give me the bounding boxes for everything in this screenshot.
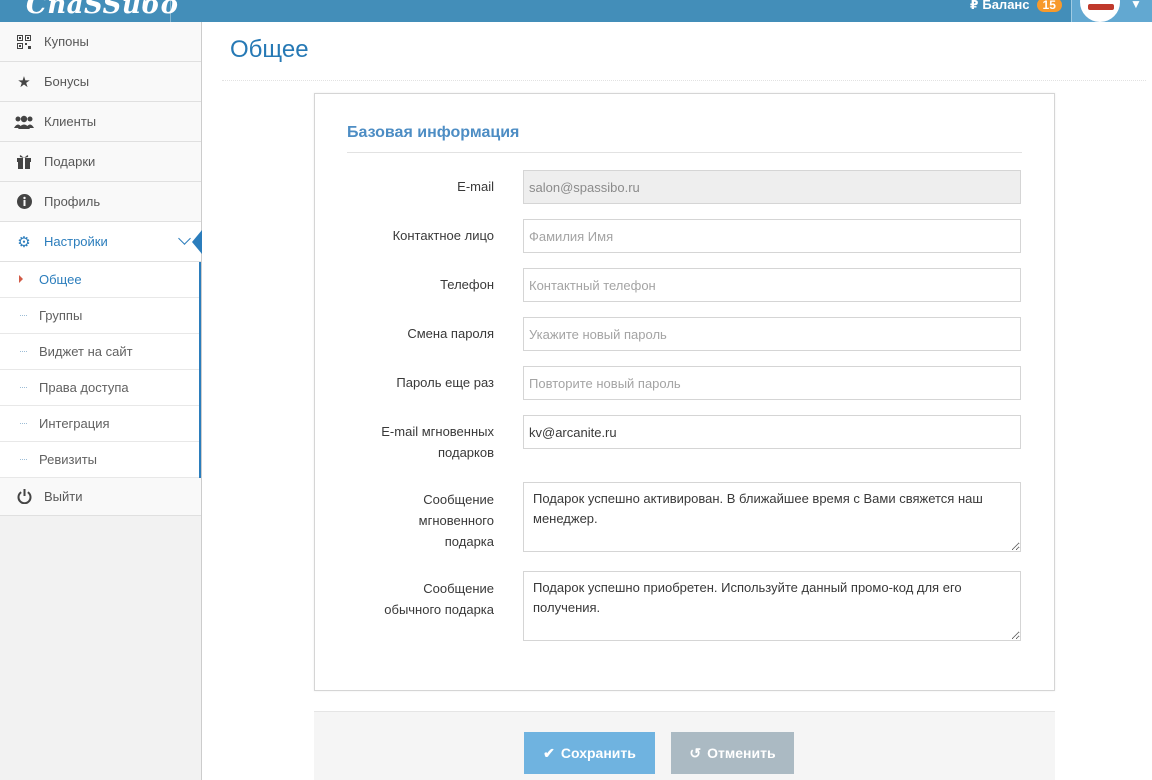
users-icon (14, 112, 34, 132)
password-label: Смена пароля (407, 326, 494, 341)
sidebar-item-label: Клиенты (44, 114, 97, 129)
instant-message-label-line1: Сообщение (423, 492, 494, 507)
submenu-item-general[interactable]: Общее (0, 262, 199, 298)
submenu-item-widget[interactable]: Виджет на сайт (0, 334, 199, 370)
sidebar: Купоны ★ Бонусы Клиенты Подарки Профиль … (0, 22, 202, 780)
chevron-down-icon (178, 232, 191, 245)
caret-down-icon[interactable]: ▼ (1130, 0, 1142, 10)
section-title: Базовая информация (347, 124, 520, 141)
instant-message-label-line2: мгновенного (418, 513, 494, 528)
title-divider (222, 80, 1146, 81)
sidebar-item-bonuses[interactable]: ★ Бонусы (0, 62, 201, 102)
regular-message-label-line1: Сообщение (423, 581, 494, 596)
settings-submenu: Общее Группы Виджет на сайт Права доступ… (0, 262, 201, 478)
instant-message-label-line3: подарка (444, 534, 494, 549)
instant-gift-message-textarea[interactable]: Подарок успешно активирован. В ближайшее… (523, 482, 1021, 552)
sidebar-item-logout[interactable]: Выйти (0, 478, 201, 516)
new-password-input[interactable] (523, 317, 1021, 351)
gift-email-label-line1: E-mail мгновенных (381, 424, 494, 439)
gear-icon: ⚙ (17, 233, 31, 251)
sidebar-item-label: Купоны (44, 34, 89, 49)
submenu-item-integration[interactable]: Интеграция (0, 406, 199, 442)
sidebar-item-label: Бонусы (44, 74, 90, 89)
brand-logo[interactable]: СпаSSибо (26, 0, 178, 20)
gift-email-input[interactable] (523, 415, 1021, 449)
gift-email-label: E-mail мгновенных подарков (335, 421, 494, 463)
submenu-item-groups[interactable]: Группы (0, 298, 199, 334)
sidebar-item-profile[interactable]: Профиль (0, 182, 201, 222)
top-navbar: СпаSSибо ₽ Баланс 15 ▼ (0, 0, 1152, 22)
ruble-icon: ₽ (970, 0, 979, 12)
settings-form-panel: Базовая информация E-mail Контактное лиц… (314, 93, 1055, 691)
save-button[interactable]: ✔ Сохранить (524, 732, 655, 774)
balance-indicator[interactable]: ₽ Баланс 15 (970, 0, 1062, 12)
save-button-label: Сохранить (560, 745, 636, 761)
qrcode-icon (14, 32, 34, 52)
gift-email-label-line2: подарков (438, 445, 494, 460)
sidebar-item-label: Подарки (44, 154, 96, 169)
contact-label: Контактное лицо (392, 228, 494, 243)
phone-label: Телефон (440, 277, 494, 292)
gift-icon (14, 152, 34, 172)
sidebar-item-label: Профиль (44, 194, 101, 209)
power-icon (14, 487, 34, 507)
regular-message-label: Сообщение обычного подарка (335, 578, 494, 620)
balance-label: Баланс (982, 0, 1030, 12)
regular-gift-message-textarea[interactable]: Подарок успешно приобретен. Используйте … (523, 571, 1021, 641)
phone-input[interactable] (523, 268, 1021, 302)
sidebar-item-label: Выйти (44, 489, 83, 504)
submenu-item-requisites[interactable]: Ревизиты (0, 442, 199, 478)
star-icon: ★ (17, 73, 31, 91)
page-title: Общее (230, 36, 309, 63)
sidebar-item-clients[interactable]: Клиенты (0, 102, 201, 142)
check-icon: ✔ (543, 744, 555, 761)
balance-badge: 15 (1036, 0, 1062, 12)
sidebar-item-settings[interactable]: ⚙ Настройки (0, 222, 202, 262)
contact-name-input[interactable] (523, 219, 1021, 253)
submenu-item-access[interactable]: Права доступа (0, 370, 199, 406)
avatar[interactable] (1080, 0, 1120, 22)
sidebar-item-coupons[interactable]: Купоны (0, 22, 201, 62)
user-menu[interactable]: ▼ (1071, 0, 1152, 22)
info-icon (14, 192, 34, 212)
email-field (523, 170, 1021, 204)
confirm-password-input[interactable] (523, 366, 1021, 400)
email-label: E-mail (457, 179, 494, 194)
cancel-button[interactable]: ↺ Отменить (671, 732, 794, 774)
navbar-divider (170, 0, 171, 22)
form-actions: ✔ Сохранить ↺ Отменить (314, 711, 1055, 780)
undo-icon: ↺ (689, 744, 702, 761)
sidebar-item-label: Настройки (44, 234, 108, 249)
regular-message-label-line2: обычного подарка (384, 602, 494, 617)
instant-message-label: Сообщение мгновенного подарка (335, 489, 494, 552)
cancel-button-label: Отменить (707, 745, 776, 761)
password-confirm-label: Пароль еще раз (396, 375, 494, 390)
avatar-logo-mark (1088, 4, 1114, 10)
section-divider (347, 152, 1022, 153)
sidebar-item-gifts[interactable]: Подарки (0, 142, 201, 182)
